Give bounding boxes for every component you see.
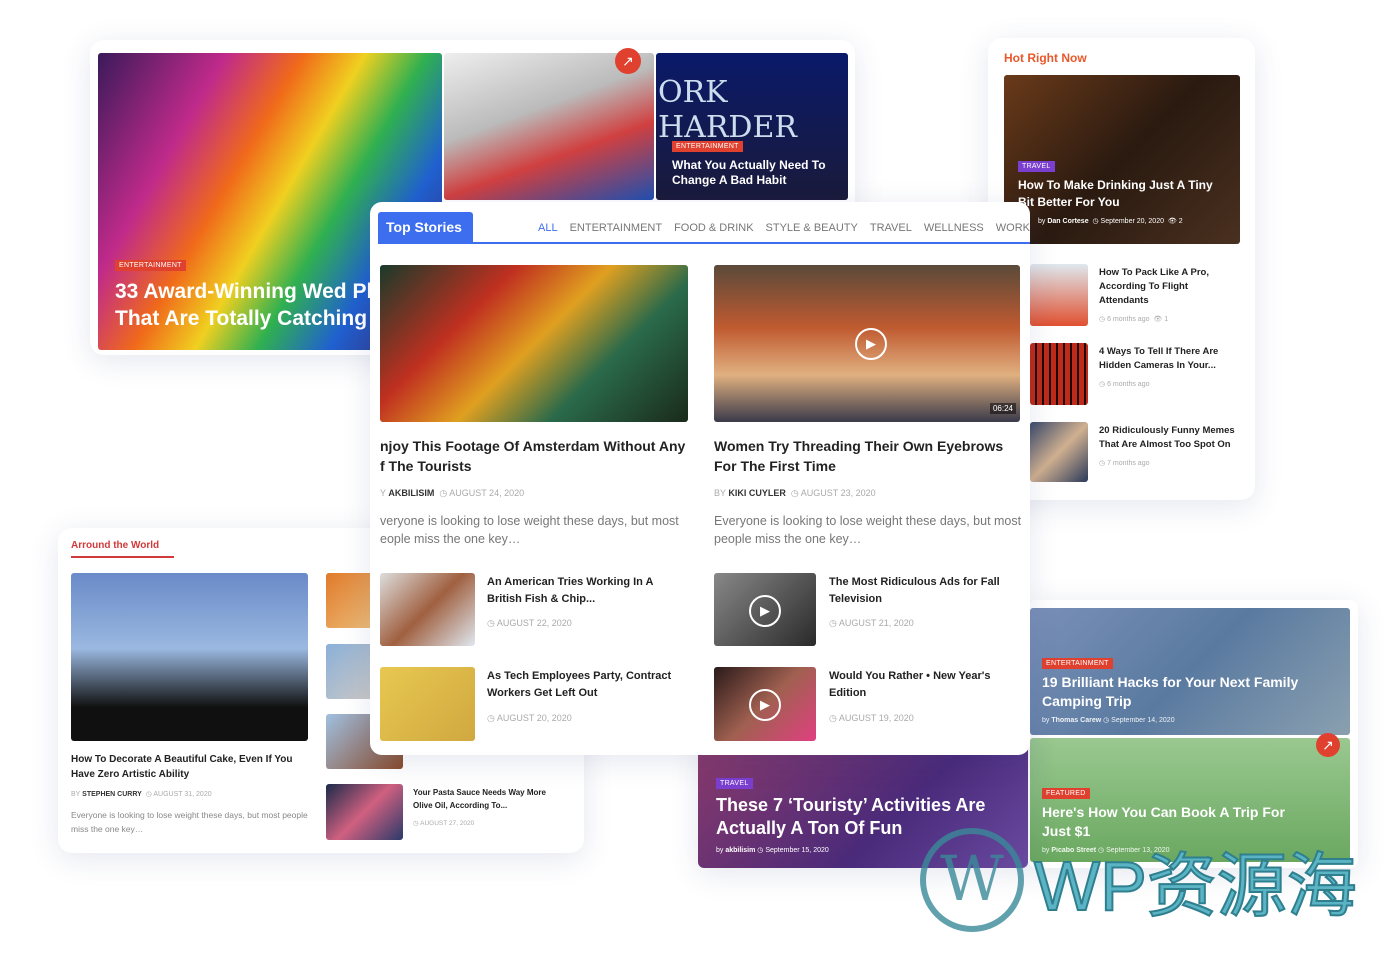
excerpt: veryone is looking to lose weight these … bbox=[380, 514, 679, 546]
thumbnail[interactable]: ▶ bbox=[714, 667, 816, 741]
by-label: by bbox=[1038, 218, 1046, 225]
play-icon[interactable]: ▶ bbox=[855, 328, 887, 360]
views: 1 bbox=[1164, 316, 1169, 323]
thumbnail bbox=[1030, 343, 1088, 405]
item-title[interactable]: Your Pasta Sauce Needs Way More Olive Oi… bbox=[413, 786, 563, 812]
item-title[interactable]: 4 Ways To Tell If There Are Hidden Camer… bbox=[1099, 345, 1239, 373]
views: 2 bbox=[1178, 218, 1183, 225]
story-title[interactable]: Women Try Threading Their Own Eyebrows F… bbox=[714, 436, 1024, 476]
date: AUGUST 23, 2020 bbox=[800, 488, 876, 498]
camping-image[interactable]: ENTERTAINMENT 19 Brilliant Hacks for You… bbox=[1030, 608, 1350, 735]
tab-food-drink[interactable]: FOOD & DRINK bbox=[674, 222, 753, 234]
tabs-underline bbox=[378, 242, 1030, 244]
feature-title[interactable]: How To Decorate A Beautiful Cake, Even I… bbox=[71, 752, 306, 782]
hot-list-item[interactable]: 4 Ways To Tell If There Are Hidden Camer… bbox=[1030, 343, 1250, 405]
heading-underline bbox=[71, 556, 174, 558]
category-tag[interactable]: ENTERTAINMENT bbox=[1042, 658, 1113, 669]
section-title: Top Stories bbox=[378, 212, 473, 242]
story-image[interactable] bbox=[380, 265, 688, 422]
date: AUGUST 27, 2020 bbox=[420, 820, 475, 827]
play-icon[interactable]: ▶ bbox=[749, 595, 781, 627]
category-tag[interactable]: FEATURED bbox=[1042, 788, 1090, 799]
date: AUGUST 22, 2020 bbox=[496, 618, 572, 628]
play-icon[interactable]: ▶ bbox=[749, 689, 781, 721]
watermark-text: WP资源海 bbox=[1033, 846, 1358, 926]
thumbnail bbox=[1030, 422, 1088, 482]
watermark: W WP资源海 bbox=[920, 828, 1358, 932]
date: AUGUST 21, 2020 bbox=[838, 618, 914, 628]
date: AUGUST 19, 2020 bbox=[838, 713, 914, 723]
section-heading: Arround the World bbox=[71, 540, 160, 551]
item-title[interactable]: 20 Ridiculously Funny Memes That Are Alm… bbox=[1099, 424, 1247, 452]
excerpt: Everyone is looking to lose weight these… bbox=[714, 514, 1022, 546]
author-link[interactable]: KIKI CUYLER bbox=[728, 488, 786, 498]
list-title[interactable]: Would You Rather • New Year's Edition bbox=[829, 668, 1009, 702]
list-title[interactable]: As Tech Employees Party, Contract Worker… bbox=[487, 668, 682, 702]
date: September 20, 2020 bbox=[1100, 218, 1164, 225]
world-feature-image[interactable] bbox=[71, 573, 308, 741]
thumbnail bbox=[1030, 264, 1088, 326]
section-heading: Hot Right Now bbox=[1004, 51, 1087, 65]
tab-wellness[interactable]: WELLNESS bbox=[924, 222, 984, 234]
top-stories-card: Top Stories ALL ENTERTAINMENT FOOD & DRI… bbox=[370, 202, 1030, 755]
excerpt: Everyone is looking to lose weight these… bbox=[71, 810, 308, 834]
story-video-image[interactable]: ▶ 06:24 bbox=[714, 265, 1020, 422]
hot-feature-image[interactable]: TRAVEL How To Make Drinking Just A Tiny … bbox=[1004, 75, 1240, 244]
author-link[interactable]: STEPHEN CURRY bbox=[82, 791, 142, 798]
date: AUGUST 31, 2020 bbox=[153, 791, 212, 798]
thumbnail[interactable] bbox=[380, 573, 475, 646]
time-ago: 6 months ago bbox=[1107, 316, 1150, 323]
author-link[interactable]: akbilisim bbox=[725, 847, 755, 854]
category-tag[interactable]: TRAVEL bbox=[716, 778, 753, 789]
hero-image-art[interactable] bbox=[444, 53, 654, 200]
date: September 14, 2020 bbox=[1111, 717, 1175, 724]
story-title[interactable]: njoy This Footage Of Amsterdam Without A… bbox=[380, 436, 690, 476]
trending-icon: ↗ bbox=[615, 48, 641, 74]
time-ago: 6 months ago bbox=[1107, 381, 1150, 388]
trending-icon: ↗ bbox=[1316, 733, 1340, 757]
by-label: BY bbox=[71, 791, 81, 798]
thumbnail[interactable] bbox=[326, 784, 403, 840]
video-duration: 06:24 bbox=[989, 403, 1016, 414]
author-link[interactable]: AKBILISIM bbox=[388, 488, 434, 498]
thumbnail[interactable]: ▶ bbox=[714, 573, 816, 646]
hero-image-work-harder[interactable]: ORK HARDER ENTERTAINMENT What You Actual… bbox=[656, 53, 848, 200]
category-tabs: ALL ENTERTAINMENT FOOD & DRINK STYLE & B… bbox=[538, 222, 1030, 234]
category-tag[interactable]: ENTERTAINMENT bbox=[115, 260, 186, 271]
author-link[interactable]: Dan Cortese bbox=[1047, 218, 1088, 225]
wordpress-logo-icon: W bbox=[920, 828, 1024, 932]
feature-title[interactable]: 19 Brilliant Hacks for Your Next Family … bbox=[1042, 673, 1342, 711]
tab-entertainment[interactable]: ENTERTAINMENT bbox=[570, 222, 663, 234]
date: AUGUST 20, 2020 bbox=[496, 713, 572, 723]
tab-style-beauty[interactable]: STYLE & BEAUTY bbox=[766, 222, 858, 234]
author-link[interactable]: Thomas Carew bbox=[1051, 717, 1101, 724]
hot-list-item[interactable]: How To Pack Like A Pro, According To Fli… bbox=[1030, 264, 1250, 326]
list-title[interactable]: The Most Ridiculous Ads for Fall Televis… bbox=[829, 574, 1009, 608]
item-title[interactable]: How To Pack Like A Pro, According To Fli… bbox=[1099, 266, 1239, 308]
tab-work-life[interactable]: WORK & LIFE bbox=[996, 222, 1030, 234]
eye-icon: 👁 bbox=[1167, 218, 1177, 225]
feature-title[interactable]: How To Make Drinking Just A Tiny Bit Bet… bbox=[1018, 177, 1228, 211]
hot-list-item[interactable]: 20 Ridiculously Funny Memes That Are Alm… bbox=[1030, 422, 1250, 484]
time-ago: 7 months ago bbox=[1107, 460, 1150, 467]
category-tag[interactable]: ENTERTAINMENT bbox=[672, 141, 743, 152]
date: AUGUST 24, 2020 bbox=[449, 488, 525, 498]
category-tag[interactable]: TRAVEL bbox=[1018, 161, 1055, 172]
hero-title[interactable]: What You Actually Need To Change A Bad H… bbox=[672, 158, 837, 188]
by-label: Y bbox=[380, 488, 386, 498]
list-title[interactable]: An American Tries Working In A British F… bbox=[487, 574, 667, 608]
tab-travel[interactable]: TRAVEL bbox=[870, 222, 912, 234]
tab-all[interactable]: ALL bbox=[538, 222, 558, 234]
by-label: BY bbox=[714, 488, 726, 498]
by-label: by bbox=[716, 847, 724, 854]
thumbnail[interactable] bbox=[380, 667, 475, 741]
by-label: by bbox=[1042, 717, 1050, 724]
date: September 15, 2020 bbox=[765, 847, 829, 854]
